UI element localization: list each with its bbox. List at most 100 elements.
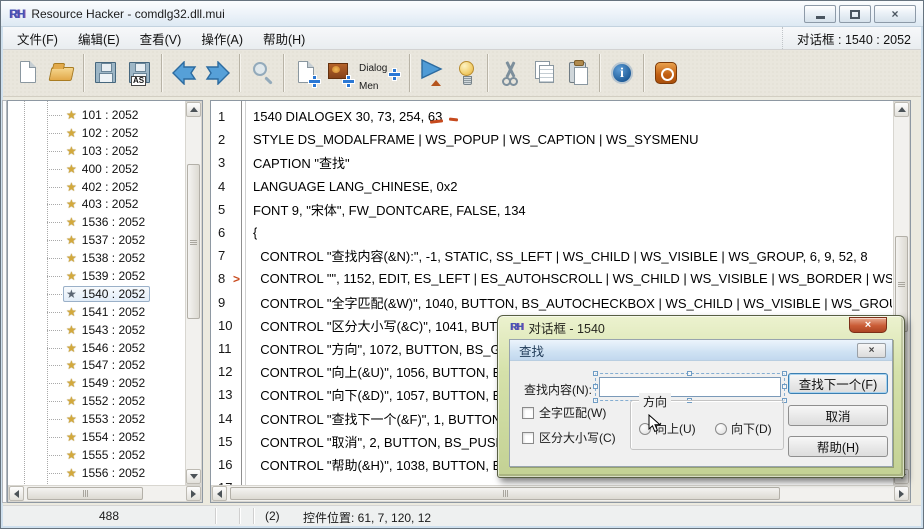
code-line[interactable]: 9 > CONTROL "全字匹配(&W)", 1040, BUTTON, BS…	[211, 291, 892, 314]
resize-handle[interactable]	[782, 371, 787, 376]
scroll-left-button[interactable]	[9, 486, 24, 501]
find-button[interactable]	[245, 53, 279, 93]
tree-item[interactable]: ★ 1556 : 2052	[8, 464, 184, 482]
tree-item[interactable]: ★ 1546 : 2052	[8, 339, 184, 357]
radio-icon	[715, 423, 727, 435]
add-resource-button[interactable]	[289, 53, 323, 93]
tree-item[interactable]: ★ 103 : 2052	[8, 142, 184, 160]
find-input[interactable]	[599, 377, 781, 397]
code-line[interactable]: 5 > FONT 9, "宋体", FW_DONTCARE, FALSE, 13…	[211, 198, 892, 221]
resize-handle[interactable]	[593, 398, 598, 403]
tree-item[interactable]: ★ 1555 : 2052	[8, 446, 184, 464]
menu-item[interactable]: 编辑(E)	[68, 26, 130, 51]
hint-button[interactable]	[449, 53, 483, 93]
code-text: STYLE DS_MODALFRAME | WS_POPUP | WS_CAPT…	[253, 132, 698, 147]
tree-item[interactable]: ★ 1537 : 2052	[8, 231, 184, 249]
scroll-left-button[interactable]	[212, 486, 227, 501]
tree-item[interactable]: ★ 403 : 2052	[8, 195, 184, 213]
cut-button[interactable]	[493, 53, 527, 93]
tree-item[interactable]: ★ 1553 : 2052	[8, 410, 184, 428]
save-button[interactable]	[89, 53, 123, 93]
tree-item-label: 1536 : 2052	[82, 215, 145, 229]
close-button[interactable]: ×	[874, 5, 916, 23]
tree-item[interactable]: ★ 101 : 2052	[8, 106, 184, 124]
tree-item[interactable]: ★ 1554 : 2052	[8, 428, 184, 446]
whole-word-checkbox[interactable]: 全字匹配(W)	[522, 404, 606, 421]
code-line[interactable]: 4 > LANGUAGE LANG_CHINESE, 0x2	[211, 175, 892, 198]
resize-handle[interactable]	[593, 371, 598, 376]
tree-item[interactable]: ★ 1536 : 2052	[8, 213, 184, 231]
cancel-button[interactable]: 取消	[788, 405, 888, 426]
resize-handle[interactable]	[593, 384, 598, 389]
go-back-button[interactable]	[167, 53, 201, 93]
tree-item[interactable]: ★ 1543 : 2052	[8, 321, 184, 339]
code-text: CONTROL "向上(&U)", 1056, BUTTON, BS_	[253, 362, 517, 381]
scrollbar-thumb[interactable]	[27, 487, 143, 500]
scrollbar-thumb[interactable]	[230, 487, 780, 500]
go-forward-button[interactable]	[201, 53, 235, 93]
tree-item[interactable]: ★ 102 : 2052	[8, 124, 184, 142]
code-line[interactable]: 7 > CONTROL "查找内容(&N):", -1, STATIC, SS_…	[211, 244, 892, 267]
tree-item[interactable]: ★ 402 : 2052	[8, 178, 184, 196]
find-dialog-close-button[interactable]: ×	[857, 343, 886, 358]
minimize-button[interactable]	[804, 5, 836, 23]
code-line[interactable]: 6 > {	[211, 221, 892, 244]
find-next-button[interactable]: 查找下一个(F)	[788, 373, 888, 394]
line-number: 4	[218, 179, 238, 194]
editor-horizontal-scrollbar[interactable]	[211, 485, 910, 502]
resource-tree[interactable]: ★ 101 : 2052 ★ 102 : 2052 ★ 103 : 2052	[7, 100, 203, 503]
code-line[interactable]: 3 > CAPTION "查找"	[211, 151, 892, 174]
resize-handle[interactable]	[687, 371, 692, 376]
preview-title-bar[interactable]: RH 对话框 - 1540	[498, 316, 904, 339]
tree-item[interactable]: ★ 1541 : 2052	[8, 303, 184, 321]
scroll-right-button[interactable]	[186, 486, 201, 501]
checkbox-icon	[522, 432, 534, 444]
code-line[interactable]: 2 > STYLE DS_MODALFRAME | WS_POPUP | WS_…	[211, 128, 892, 151]
add-dialog-menu-button[interactable]: Dialog Men	[357, 53, 405, 93]
code-line[interactable]: 1 > 1540 DIALOGEX 30, 73, 254, 63	[211, 105, 892, 128]
preview-title: 对话框 - 1540	[528, 318, 604, 337]
tree-horizontal-scrollbar[interactable]	[8, 485, 202, 502]
help-button[interactable]: 帮助(H)	[788, 436, 888, 457]
tree-item[interactable]: ★ 1539 : 2052	[8, 267, 184, 285]
tree-vertical-scrollbar[interactable]	[185, 101, 202, 485]
find-dialog-caption[interactable]: 查找 ×	[510, 340, 892, 361]
menu-item[interactable]: 文件(F)	[7, 26, 68, 51]
scrollbar-thumb[interactable]	[187, 164, 200, 319]
menu-item[interactable]: 帮助(H)	[253, 26, 315, 51]
tree-item-label: 1555 : 2052	[82, 448, 145, 462]
tree-item[interactable]: ★ 400 : 2052	[8, 160, 184, 178]
tree-item-label: 1543 : 2052	[82, 323, 145, 337]
tree-item[interactable]: ★ 1547 : 2052	[8, 356, 184, 374]
add-image-button[interactable]	[323, 53, 357, 93]
info-button[interactable]: i	[605, 53, 639, 93]
tree-item[interactable]: ★ 1549 : 2052	[8, 374, 184, 392]
direction-down-radio[interactable]: 向下(D)	[715, 420, 772, 437]
tree-item[interactable]: ★ 1552 : 2052	[8, 392, 184, 410]
status-control-position: 控件位置: 61, 7, 120, 12	[303, 509, 431, 526]
arrow-left-icon	[217, 490, 222, 498]
menu-item[interactable]: 操作(A)	[191, 26, 253, 51]
tree-item[interactable]: ★ 1538 : 2052	[8, 249, 184, 267]
scroll-up-button[interactable]	[186, 102, 201, 117]
run-compile-button[interactable]	[415, 53, 449, 93]
code-line[interactable]: 8 > CONTROL "", 1152, EDIT, ES_LEFT | ES…	[211, 267, 892, 290]
menu-item[interactable]: 查看(V)	[130, 26, 192, 51]
new-file-button[interactable]	[11, 53, 45, 93]
scroll-up-button[interactable]	[894, 102, 909, 117]
title-bar[interactable]: RH Resource Hacker - comdlg32.dll.mui ×	[1, 1, 923, 27]
open-file-button[interactable]	[45, 53, 79, 93]
tree-item[interactable]: ★ 1540 : 2052	[8, 285, 184, 303]
paste-button[interactable]	[561, 53, 595, 93]
scroll-right-button[interactable]	[894, 486, 909, 501]
resource-star-icon: ★	[66, 215, 77, 229]
exit-button[interactable]	[649, 53, 683, 93]
copy-button[interactable]	[527, 53, 561, 93]
dialog-preview-window[interactable]: RH 对话框 - 1540 × 查找 × 查找内容(N): 查找下一个(F) 取…	[497, 315, 905, 478]
resize-handle[interactable]	[782, 384, 787, 389]
match-case-checkbox[interactable]: 区分大小写(C)	[522, 429, 616, 446]
scroll-down-button[interactable]	[186, 469, 201, 484]
save-as-button[interactable]: AS	[123, 53, 157, 93]
maximize-button[interactable]	[839, 5, 871, 23]
preview-close-button[interactable]: ×	[849, 317, 887, 333]
